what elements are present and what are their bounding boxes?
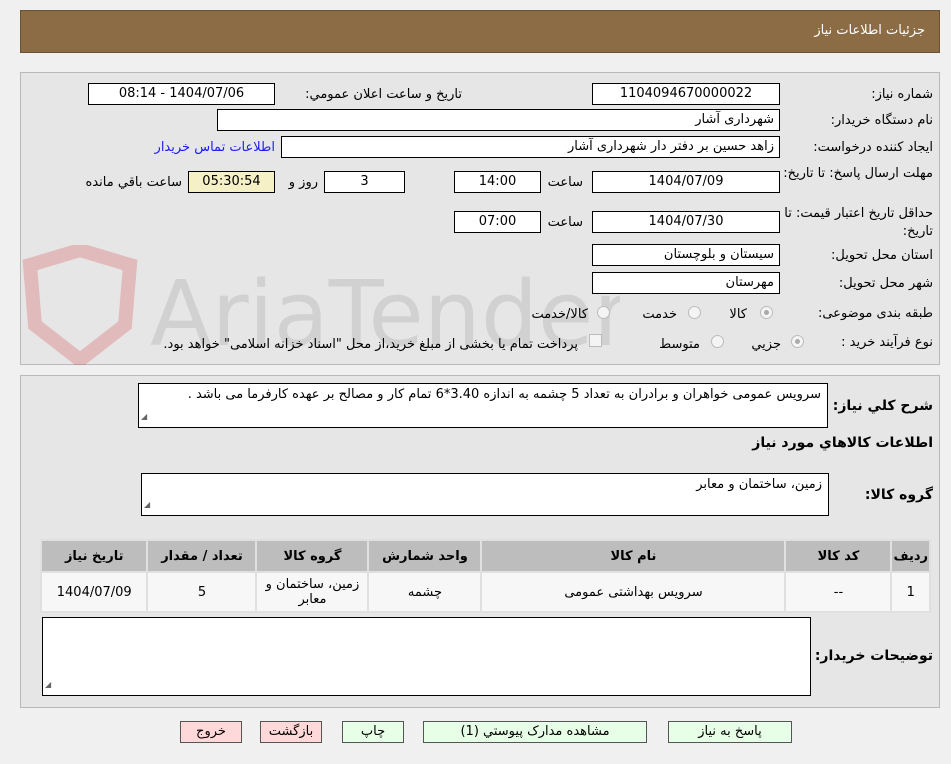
cell-date: 1404/07/09: [42, 573, 147, 611]
goods-group-textarea[interactable]: زمین، ساختمان و معابر ◢: [141, 473, 829, 516]
days-field: 3: [324, 171, 405, 193]
deadline-date-field: 1404/07/09: [592, 171, 780, 193]
days-label: روز و: [288, 175, 318, 190]
col-header-quantity: تعداد / مقدار: [148, 541, 256, 571]
announce-label: تاریخ و ساعت اعلان عمومي:: [305, 87, 462, 102]
resize-grip-icon[interactable]: ◢: [141, 408, 147, 426]
validity-time-label: ساعت: [547, 215, 583, 230]
page-header: جزئیات اطلاعات نیاز: [20, 10, 940, 53]
col-header-unit: واحد شمارش: [369, 541, 481, 571]
category-option-goods: کالا: [729, 307, 747, 322]
category-radio-service[interactable]: [688, 306, 701, 319]
cell-name: سرویس بهداشتی عمومی: [482, 573, 785, 611]
col-header-date: تاریخ نیاز: [42, 541, 147, 571]
goods-group-text: زمین، ساختمان و معابر: [696, 477, 822, 492]
description-textarea[interactable]: سرویس عمومی خواهران و برادران به تعداد 5…: [138, 383, 828, 428]
province-label: استان محل تحویل:: [831, 248, 933, 263]
process-label: نوع فرآیند خرید :: [841, 335, 933, 350]
remaining-label: ساعت باقي مانده: [85, 175, 182, 190]
city-field: مهرستان: [592, 272, 780, 294]
category-label: طبقه بندی موضوعی:: [817, 306, 933, 321]
buyer-org-field: شهرداری آشار: [217, 109, 780, 131]
view-attachments-button[interactable]: مشاهده مدارک پیوستي (1): [423, 721, 647, 743]
category-option-both: کالا/خدمت: [531, 307, 588, 322]
description-label: شرح كلي نياز:: [832, 398, 933, 414]
buyer-org-label: نام دستگاه خریدار:: [830, 113, 933, 128]
back-button[interactable]: بازگشت: [260, 721, 322, 743]
deadline-time-field: 14:00: [454, 171, 541, 193]
deadline-label: مهلت ارسال پاسخ: تا تاریخ:: [783, 166, 933, 181]
col-header-code: کد کالا: [786, 541, 891, 571]
validity-label: حداقل تاریخ اعتبار قیمت: تا تاریخ:: [784, 206, 933, 239]
resize-grip-icon[interactable]: ◢: [45, 676, 51, 694]
goods-group-label: گروه کالا:: [864, 487, 933, 503]
cell-quantity: 5: [148, 573, 256, 611]
category-radio-both[interactable]: [597, 306, 610, 319]
city-label: شهر محل تحویل:: [838, 276, 933, 291]
process-option-minor: جزیي: [751, 337, 781, 352]
process-radio-minor[interactable]: [791, 335, 804, 348]
resize-grip-icon[interactable]: ◢: [144, 496, 150, 514]
announce-field: 1404/07/06 - 08:14: [88, 83, 275, 105]
cell-group: زمین، ساختمان و معابر: [257, 573, 368, 611]
category-option-service: خدمت: [642, 307, 677, 322]
reply-button[interactable]: پاسخ به نیاز: [668, 721, 792, 743]
cell-unit: چشمه: [369, 573, 481, 611]
need-number-field: 1104094670000022: [592, 83, 780, 105]
goods-heading: اطلاعات كالاهاي مورد نياز: [752, 435, 933, 451]
province-field: سیستان و بلوچستان: [592, 244, 780, 266]
table-header-row: ردیف کد کالا نام کالا واحد شمارش گروه کا…: [42, 541, 929, 571]
buyer-notes-textarea[interactable]: ◢: [42, 617, 811, 696]
treasury-payment-checkbox[interactable]: [589, 334, 602, 347]
cell-code: --: [786, 573, 891, 611]
description-text: سرویس عمومی خواهران و برادران به تعداد 5…: [187, 387, 821, 402]
cell-row-number: 1: [892, 573, 929, 611]
creator-label: ایجاد کننده درخواست:: [813, 140, 933, 155]
process-radio-medium[interactable]: [711, 335, 724, 348]
goods-table: ردیف کد کالا نام کالا واحد شمارش گروه کا…: [40, 539, 931, 613]
exit-button[interactable]: خروج: [180, 721, 242, 743]
treasury-payment-note: پرداخت تمام یا بخشی از مبلغ خرید،از محل …: [163, 337, 578, 352]
print-button[interactable]: چاپ: [342, 721, 404, 743]
creator-field: زاهد حسین بر دفتر دار شهرداری آشار: [281, 136, 780, 158]
buyer-contact-link[interactable]: اطلاعات تماس خریدار: [155, 140, 275, 155]
validity-time-field: 07:00: [454, 211, 541, 233]
buyer-notes-label: توضیحات خریدار:: [814, 648, 933, 664]
process-option-medium: متوسط: [659, 337, 700, 352]
col-header-group: گروه کالا: [257, 541, 368, 571]
col-header-name: نام کالا: [482, 541, 785, 571]
table-row: 1 -- سرویس بهداشتی عمومی چشمه زمین، ساخت…: [42, 573, 929, 611]
category-radio-goods[interactable]: [760, 306, 773, 319]
deadline-time-label: ساعت: [547, 175, 583, 190]
remaining-time-field: 05:30:54: [188, 171, 275, 193]
need-number-label: شماره نیاز:: [871, 87, 933, 102]
page-title: جزئیات اطلاعات نیاز: [814, 23, 925, 38]
validity-date-field: 1404/07/30: [592, 211, 780, 233]
col-header-row-number: ردیف: [892, 541, 929, 571]
